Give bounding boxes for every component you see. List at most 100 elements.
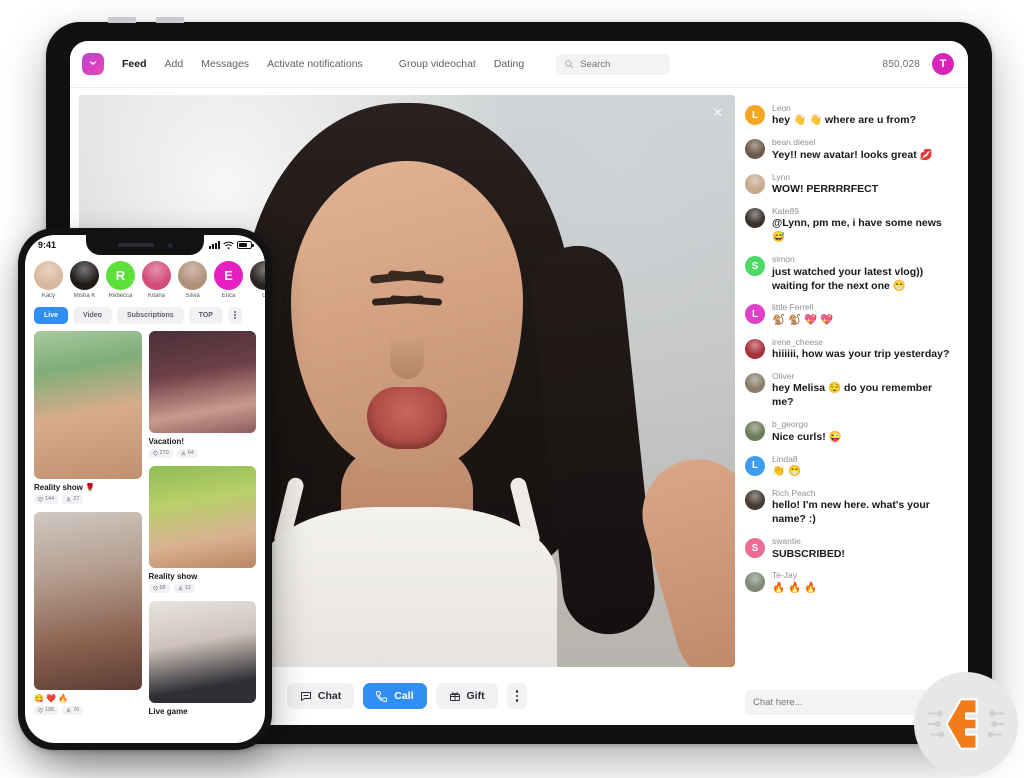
chat-message-text: Yey!! new avatar! looks great 💋 [772,148,933,161]
feed-card-thumbnail[interactable] [148,330,256,433]
chat-avatar-initial[interactable]: L [745,455,765,476]
chat-avatar-initial[interactable]: L [745,105,765,125]
story-avatar-photo[interactable] [250,261,265,290]
chat-message-author: Oliver [772,371,795,382]
story-avatar-photo[interactable] [178,261,207,290]
chat-message-body: swantie SUBSCRIBED! [772,536,845,561]
chat-avatar-photo[interactable] [745,373,765,394]
chat-message-body: bean.diesel Yey!! new avatar! looks great… [772,137,933,162]
more-options-button[interactable] [506,683,528,709]
feed-card[interactable]: Vacation! 270 64 [148,330,257,458]
chat-avatar-photo[interactable] [745,421,765,442]
story-avatar-initial[interactable]: R [106,261,135,290]
feed-card-thumbnail[interactable] [34,511,142,690]
story-item[interactable]: R Rebecca [106,261,135,299]
feed-filter-subscriptions[interactable]: Subscriptions [116,306,184,324]
chat-input[interactable] [753,697,933,708]
viewers-stat: 64 [176,448,198,458]
feed-card[interactable]: Reality show 🌹 144 27 [34,330,142,504]
nav-right-cluster: 850,028 T [882,53,954,75]
gift-button[interactable]: Gift [435,683,498,709]
story-item[interactable]: Kitana [142,261,171,299]
chat-message-author: irene_cheese [772,336,824,347]
nav-link-dating[interactable]: Dating [494,58,524,70]
feed-card[interactable]: 😋 ❤️ 🔥 195 76 [34,511,142,715]
chat-message-body: simon just watched your latest vlog)) wai… [772,254,953,293]
feed-filter-tabs: Live Video Subscriptions TOP [25,302,265,331]
phone-device: 9:41 Kacy Misha K R Rebecca Kitana Silvia E Eri… [18,228,272,750]
chat-avatar-photo[interactable] [745,572,765,593]
feed-card[interactable]: Live game [148,600,256,716]
feed-filter-label: Live [44,311,59,319]
story-avatar-photo[interactable] [70,261,99,290]
search-box[interactable] [556,53,671,75]
story-item[interactable]: G [250,261,265,299]
feed-card-title: Live game [148,706,188,716]
chat-message: Sswantie SUBSCRIBED! [745,536,953,561]
chat-button-label: Chat [317,690,342,702]
person-icon [66,707,71,713]
heart-logo-icon[interactable] [82,53,104,75]
feed-card-title: Vacation! [148,436,185,446]
story-avatar-photo[interactable] [34,261,63,290]
phone-call-icon [376,691,388,702]
chat-avatar-photo[interactable] [745,338,765,359]
feed-filter-top[interactable]: TOP [188,306,223,324]
chat-button[interactable]: Chat [286,683,355,709]
chat-message-list[interactable]: L Leon hey 👋 👋 where are u from? bean.diese… [741,97,959,684]
story-avatar-photo[interactable] [142,261,171,290]
chat-avatar-photo[interactable] [745,173,765,194]
chat-avatar-initial[interactable]: S [745,538,765,559]
nav-link-add[interactable]: Add [165,58,184,70]
nav-link-activate-notifications[interactable]: Activate notifications [267,58,363,70]
heart-icon [38,496,43,502]
story-label: Rebecca [108,292,133,299]
close-icon[interactable]: ✕ [710,104,726,120]
story-item[interactable]: Kacy [34,261,63,299]
stories-strip[interactable]: Kacy Misha K R Rebecca Kitana Silvia E Erica G [25,255,265,302]
viewers-count: 27 [73,496,80,502]
battery-icon [237,241,254,249]
chat-message-author: bean.diesel [772,137,816,148]
chat-avatar-photo[interactable] [745,207,765,228]
user-avatar[interactable]: T [932,53,954,75]
feed-card-stats: 270 64 [148,448,257,458]
feed-filter-video[interactable]: Video [73,306,112,324]
chat-avatar-initial[interactable]: L [745,304,765,325]
chat-message-body: little Ferrell 🐒 🐒 💖 💖 [772,302,833,327]
likes-count: 144 [45,496,55,502]
status-icons [209,241,254,250]
tablet-volume-button-down[interactable] [156,17,184,23]
nav-link-group-videochat[interactable]: Group videochat [399,58,476,70]
feed-card-thumbnail[interactable] [148,600,256,703]
viewers-count: 76 [73,707,80,713]
feed-filter-live[interactable]: Live [34,306,69,324]
story-item[interactable]: Misha K [70,261,99,299]
feed-card[interactable]: Reality show 68 13 [148,465,256,593]
tablet-volume-button-up[interactable] [108,17,136,23]
call-button[interactable]: Call [363,683,427,709]
chat-message-body: Lynn WOW! PERRRRFECT [772,172,878,197]
likes-count: 270 [159,450,169,456]
story-item[interactable]: Silvia [178,261,207,299]
gift-box-icon [449,692,460,701]
viewers-stat: 13 [173,583,195,593]
chat-message-text: hey Melisa 😌 do you remember me? [772,382,933,409]
chat-avatar-initial[interactable]: S [745,256,765,277]
chat-message-body: Rich Peach hello! I'm new here. what's yo… [772,488,953,527]
nav-link-feed[interactable]: Feed [122,58,147,70]
nav-link-messages[interactable]: Messages [201,58,249,70]
feed-card-thumbnail[interactable] [148,465,256,568]
chat-message-text: SUBSCRIBED! [772,547,845,560]
feed-card-thumbnail[interactable] [34,330,142,479]
search-input[interactable] [580,58,663,70]
coin-balance: 850,028 [882,58,920,70]
story-avatar-initial[interactable]: E [214,261,243,290]
story-item[interactable]: E Erica [214,261,243,299]
chat-message-text: WOW! PERRRRFECT [772,183,879,196]
chat-avatar-photo[interactable] [745,139,765,160]
chat-avatar-photo[interactable] [745,489,765,510]
chat-message: Kate89 @Lynn, pm me, i have some news 😅 [745,206,953,245]
chat-message-author: Te-Jay [772,570,798,581]
feed-filter-more-button[interactable] [227,306,242,324]
